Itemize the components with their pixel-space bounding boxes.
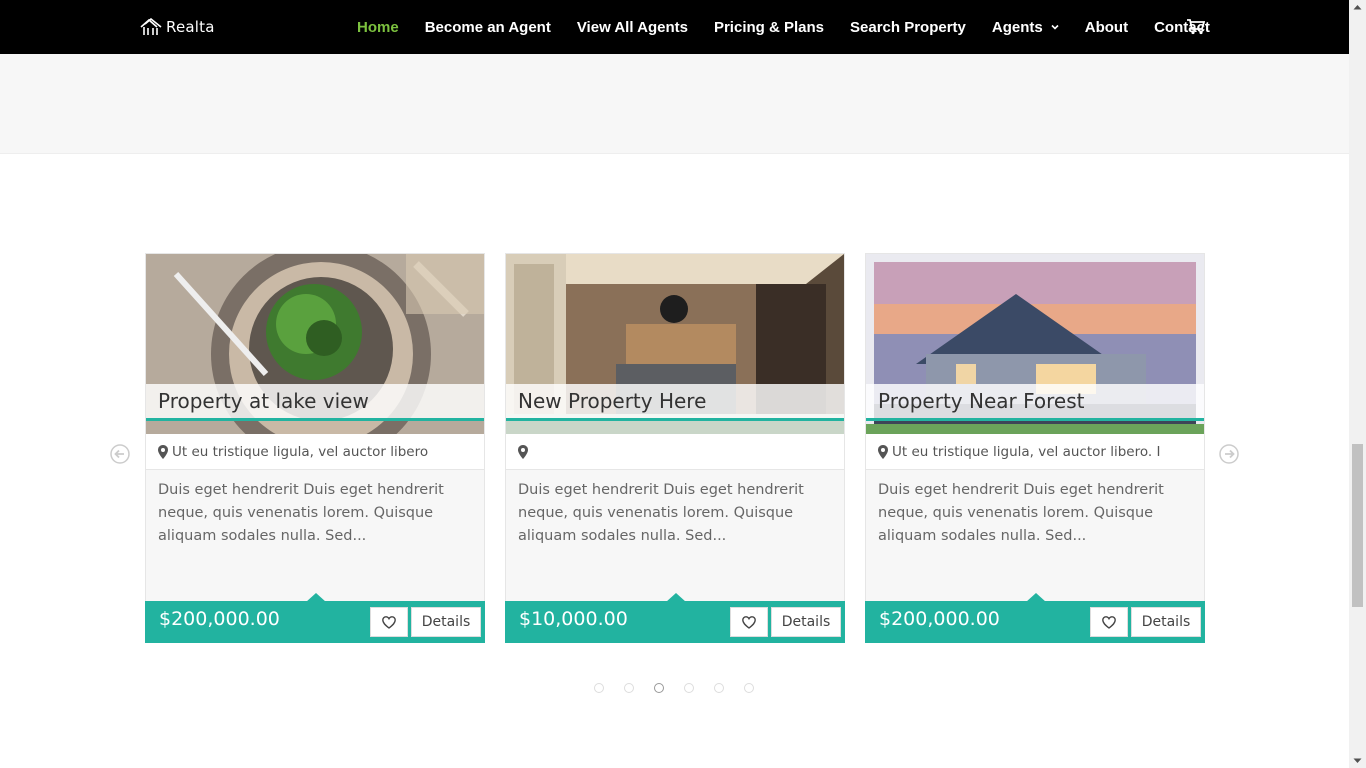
pagination-dot[interactable] <box>594 683 604 693</box>
favorite-button[interactable] <box>730 607 768 637</box>
house-logo-icon <box>140 18 162 35</box>
property-price: $200,000.00 <box>159 608 280 630</box>
property-title[interactable]: Property Near Forest <box>878 389 1084 413</box>
scroll-up-arrow-icon[interactable] <box>1353 4 1362 10</box>
pagination-dot[interactable] <box>624 683 634 693</box>
vertical-scrollbar[interactable] <box>1349 0 1366 768</box>
price-bar: $200,000.00 Details <box>145 601 485 643</box>
card-title-bar: New Property Here <box>506 384 844 420</box>
scroll-down-arrow-icon[interactable] <box>1353 758 1362 764</box>
map-pin-icon <box>158 445 168 459</box>
nav-search-property[interactable]: Search Property <box>850 19 966 36</box>
section-divider-band <box>0 54 1349 154</box>
details-button[interactable]: Details <box>771 607 841 637</box>
pagination-dot[interactable] <box>744 683 754 693</box>
cart-icon[interactable] <box>1187 19 1205 35</box>
card-title-bar: Property Near Forest <box>866 384 1204 420</box>
location-text: Ut eu tristique ligula, vel auctor liber… <box>172 444 429 460</box>
property-description: Duis eget hendrerit Duis eget hendrerit … <box>158 482 444 544</box>
property-description: Duis eget hendrerit Duis eget hendrerit … <box>878 482 1164 544</box>
location-text: Ut eu tristique ligula, vel auctor liber… <box>892 444 1161 460</box>
property-title[interactable]: New Property Here <box>518 389 706 413</box>
title-accent-line <box>506 418 844 421</box>
map-pin-icon <box>878 445 888 459</box>
property-location: Ut eu tristique ligula, vel auctor liber… <box>146 434 484 470</box>
top-navigation-bar: Realta Home Become an Agent View All Age… <box>0 0 1349 54</box>
chevron-down-icon <box>1051 24 1059 30</box>
card-title-bar: Property at lake view <box>146 384 484 420</box>
site-logo[interactable]: Realta <box>140 16 215 38</box>
scrollbar-thumb[interactable] <box>1352 444 1363 607</box>
pagination-dot[interactable] <box>714 683 724 693</box>
property-card: New Property Here Duis eget hendrerit Du… <box>505 253 845 643</box>
heart-icon <box>742 615 756 629</box>
price-bar: $10,000.00 Details <box>505 601 845 643</box>
property-description: Duis eget hendrerit Duis eget hendrerit … <box>518 482 804 544</box>
heart-icon <box>1102 615 1116 629</box>
nav-agents-label: Agents <box>991 18 1043 36</box>
title-accent-line <box>866 418 1204 421</box>
property-price: $200,000.00 <box>879 608 1000 630</box>
map-pin-icon <box>518 445 528 459</box>
nav-view-all-agents[interactable]: View All Agents <box>577 19 688 36</box>
price-bar: $200,000.00 Details <box>865 601 1205 643</box>
nav-about[interactable]: About <box>1085 19 1128 36</box>
main-nav: Home Become an Agent View All Agents Pri… <box>357 0 1236 54</box>
logo-text: Realta <box>166 18 215 36</box>
property-price: $10,000.00 <box>519 608 628 630</box>
pagination-dot-active[interactable] <box>654 683 664 693</box>
carousel-prev-arrow-icon[interactable] <box>110 444 130 464</box>
details-button[interactable]: Details <box>1131 607 1201 637</box>
nav-pricing-plans[interactable]: Pricing & Plans <box>714 19 824 36</box>
title-accent-line <box>146 418 484 421</box>
nav-become-agent[interactable]: Become an Agent <box>425 19 551 36</box>
favorite-button[interactable] <box>370 607 408 637</box>
carousel-next-arrow-icon[interactable] <box>1219 444 1239 464</box>
property-card: Property Near Forest Ut eu tristique lig… <box>865 253 1205 643</box>
property-card: Property at lake view Ut eu tristique li… <box>145 253 485 643</box>
nav-agents-dropdown[interactable]: Agents <box>992 19 1059 36</box>
property-title[interactable]: Property at lake view <box>158 389 369 413</box>
details-button[interactable]: Details <box>411 607 481 637</box>
heart-icon <box>382 615 396 629</box>
favorite-button[interactable] <box>1090 607 1128 637</box>
carousel-pagination <box>594 683 754 693</box>
property-location: Ut eu tristique ligula, vel auctor liber… <box>866 434 1204 470</box>
pagination-dot[interactable] <box>684 683 694 693</box>
property-location <box>506 434 844 470</box>
nav-home[interactable]: Home <box>357 19 399 36</box>
